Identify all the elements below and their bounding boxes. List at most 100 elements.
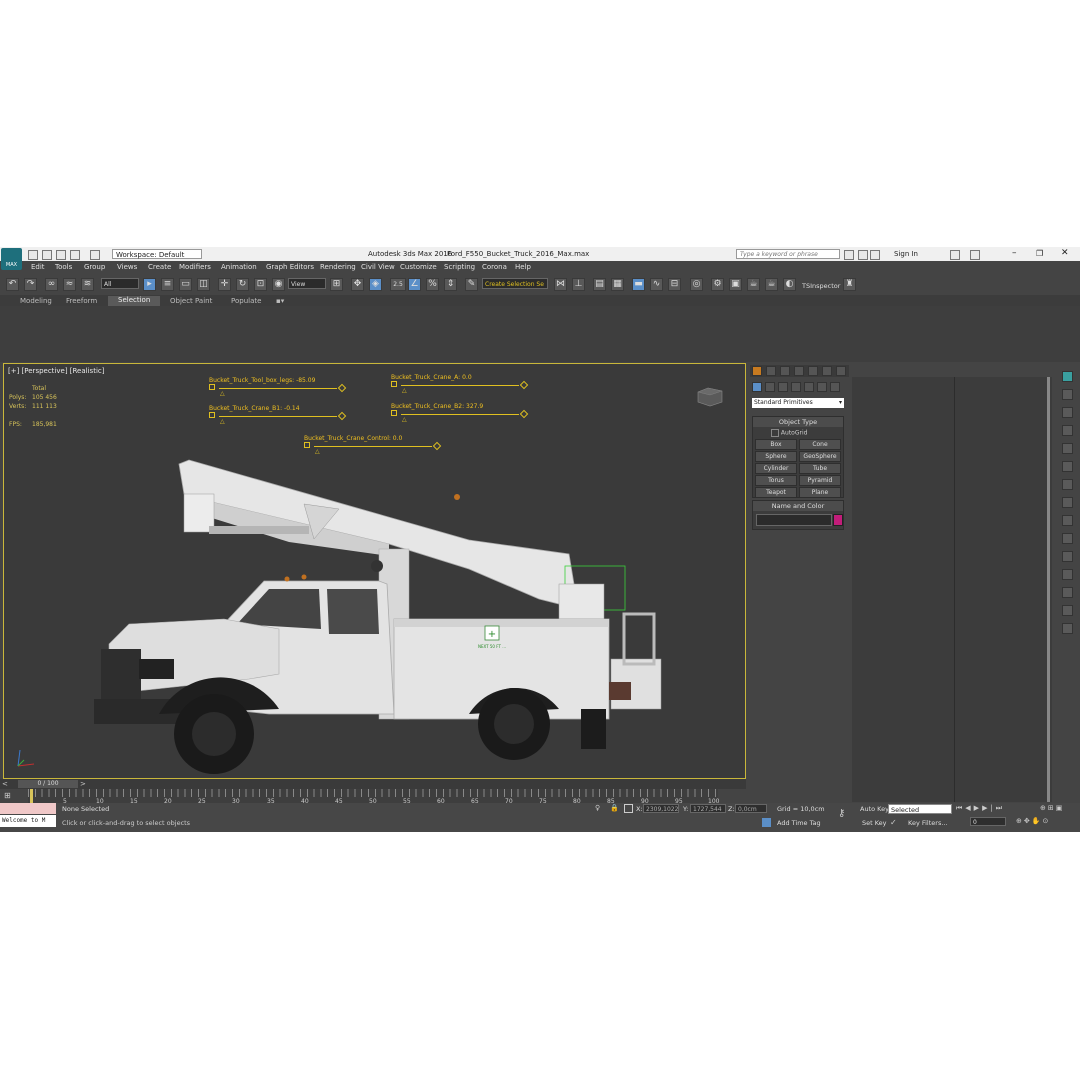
location-icon[interactable] [1062, 623, 1073, 634]
pyramid-button[interactable]: Pyramid [799, 475, 841, 486]
toggle-ribbon-icon[interactable]: ▬ [632, 278, 645, 291]
workspace-dropdown[interactable]: Workspace: Default [112, 249, 202, 259]
box-button[interactable]: Box [755, 439, 797, 450]
teapot-button[interactable]: Teapot [755, 487, 797, 498]
app-logo-button[interactable]: MAX [1, 248, 22, 270]
object-color-swatch[interactable] [833, 514, 843, 526]
autogrid-checkbox[interactable]: AutoGrid [771, 429, 807, 437]
grid-icon[interactable] [1062, 443, 1073, 454]
exchange-icon[interactable] [950, 250, 960, 260]
tube-button[interactable]: Tube [799, 463, 841, 474]
window-crossing-icon[interactable]: ◫ [197, 278, 210, 291]
geometry-icon[interactable] [752, 382, 762, 392]
rendered-frame-window-icon[interactable]: ▣ [729, 278, 742, 291]
create-tab-icon[interactable] [752, 366, 762, 376]
percent-snap-icon[interactable]: % [426, 278, 439, 291]
bell-icon[interactable] [1062, 479, 1073, 490]
tools-tab-icon[interactable] [836, 366, 846, 376]
slider-crane-b1[interactable]: Bucket_Truck_Crane_B1: -0.14 △ [209, 404, 349, 426]
time-slider-prev-icon[interactable]: < [2, 780, 8, 788]
new-file-icon[interactable] [28, 250, 38, 260]
menu-graph-editors[interactable]: Graph Editors [266, 263, 314, 271]
helpers-icon[interactable] [804, 382, 814, 392]
lights-icon[interactable] [778, 382, 788, 392]
binoculars-icon[interactable] [844, 250, 854, 260]
menu-scripting[interactable]: Scripting [444, 263, 475, 271]
link-icon[interactable]: ∞ [45, 278, 58, 291]
edit-named-selection-icon[interactable]: ✎ [465, 278, 478, 291]
tab-modeling[interactable]: Modeling [20, 297, 52, 305]
mirror-icon[interactable]: ⋈ [554, 278, 567, 291]
z-coordinate-field[interactable]: 0,0cm [735, 804, 767, 813]
material-editor-icon[interactable]: ◎ [690, 278, 703, 291]
slider-track[interactable] [314, 446, 432, 447]
hierarchy-tab-icon[interactable] [780, 366, 790, 376]
viewcube-icon[interactable] [692, 384, 726, 408]
minimize-icon[interactable]: – [1012, 248, 1017, 258]
close-icon[interactable]: ✕ [1061, 248, 1069, 258]
slider-handle[interactable] [209, 384, 215, 390]
placement-icon[interactable]: ◉ [272, 278, 285, 291]
motion-tab-icon[interactable] [794, 366, 804, 376]
named-selection-set-dropdown[interactable]: Create Selection Se [482, 278, 548, 289]
current-frame-field[interactable]: 0 [970, 817, 1006, 826]
menu-rendering[interactable]: Rendering [320, 263, 356, 271]
save-file-icon[interactable] [56, 250, 66, 260]
modify-tab-icon[interactable] [766, 366, 776, 376]
snaps-toggle-icon[interactable]: 2.5 [390, 278, 406, 291]
menu-modifiers[interactable]: Modifiers [179, 263, 211, 271]
track-bar[interactable]: 5 10 15 20 25 30 35 40 45 50 55 60 65 70… [28, 789, 719, 805]
menu-animation[interactable]: Animation [221, 263, 257, 271]
pivot-center-icon[interactable]: ⊞ [330, 278, 343, 291]
move-icon[interactable]: ✛ [218, 278, 231, 291]
redo-icon[interactable] [90, 250, 100, 260]
zoom-controls-icon[interactable]: ⊕⊞▣ [1040, 804, 1064, 812]
tab-freeform[interactable]: Freeform [66, 297, 97, 305]
schematic-view-icon[interactable]: ⊟ [668, 278, 681, 291]
search-input[interactable]: Type a keyword or phrase [736, 249, 840, 259]
utilities-tab-icon[interactable] [822, 366, 832, 376]
tab-populate[interactable]: Populate [231, 297, 261, 305]
viewport-label[interactable]: [+] [Perspective] [Realistic] [8, 367, 104, 375]
box-icon[interactable] [1062, 587, 1073, 598]
menu-corona[interactable]: Corona [482, 263, 507, 271]
help-icon[interactable] [970, 250, 980, 260]
slider-track[interactable] [401, 414, 519, 415]
custom-tool-icon[interactable]: ♜ [843, 278, 856, 291]
render-production-icon[interactable]: ☕ [747, 278, 760, 291]
people-icon[interactable] [1062, 407, 1073, 418]
open-file-icon[interactable] [42, 250, 52, 260]
slider-handle[interactable] [304, 442, 310, 448]
redo-icon[interactable]: ↷ [24, 278, 37, 291]
display-tab-icon[interactable] [808, 366, 818, 376]
tag-icon[interactable] [1062, 461, 1073, 472]
align-icon[interactable]: ⊥ [572, 278, 585, 291]
time-slider-next-icon[interactable]: > [80, 780, 86, 788]
rotate-icon[interactable]: ↻ [236, 278, 249, 291]
viewport-navigation-icon[interactable]: ⊕✥✋⊙ [1016, 817, 1050, 825]
unlink-icon[interactable]: ≈ [63, 278, 76, 291]
key-filters-button[interactable]: Key Filters... [908, 819, 948, 827]
slider-crane-a[interactable]: Bucket_Truck_Crane_A: 0.0 △ [391, 373, 531, 395]
panel-scrollbar[interactable] [1047, 377, 1050, 802]
tree-icon[interactable] [1062, 425, 1073, 436]
select-object-icon[interactable]: ▸ [143, 278, 156, 291]
slider-track[interactable] [219, 388, 337, 389]
torus-button[interactable]: Torus [755, 475, 797, 486]
object-type-header[interactable]: Object Type [753, 417, 843, 427]
select-by-name-icon[interactable]: ≡ [161, 278, 174, 291]
light-icon[interactable] [1062, 569, 1073, 580]
menu-tools[interactable]: Tools [55, 263, 72, 271]
render-setup-icon[interactable]: ⚙ [711, 278, 724, 291]
object-name-input[interactable] [756, 514, 832, 526]
menu-edit[interactable]: Edit [31, 263, 45, 271]
menu-customize[interactable]: Customize [400, 263, 437, 271]
cameras-icon[interactable] [791, 382, 801, 392]
bucket-truck-model[interactable]: + NEXT 50 FT ... [89, 454, 669, 774]
slider-handle[interactable] [391, 381, 397, 387]
star-icon[interactable] [858, 250, 868, 260]
globe-icon[interactable] [1062, 515, 1073, 526]
set-key-button[interactable]: Set Key [862, 819, 887, 827]
tsinspector-button[interactable]: TSInspector [802, 282, 840, 290]
slider-handle[interactable] [209, 412, 215, 418]
